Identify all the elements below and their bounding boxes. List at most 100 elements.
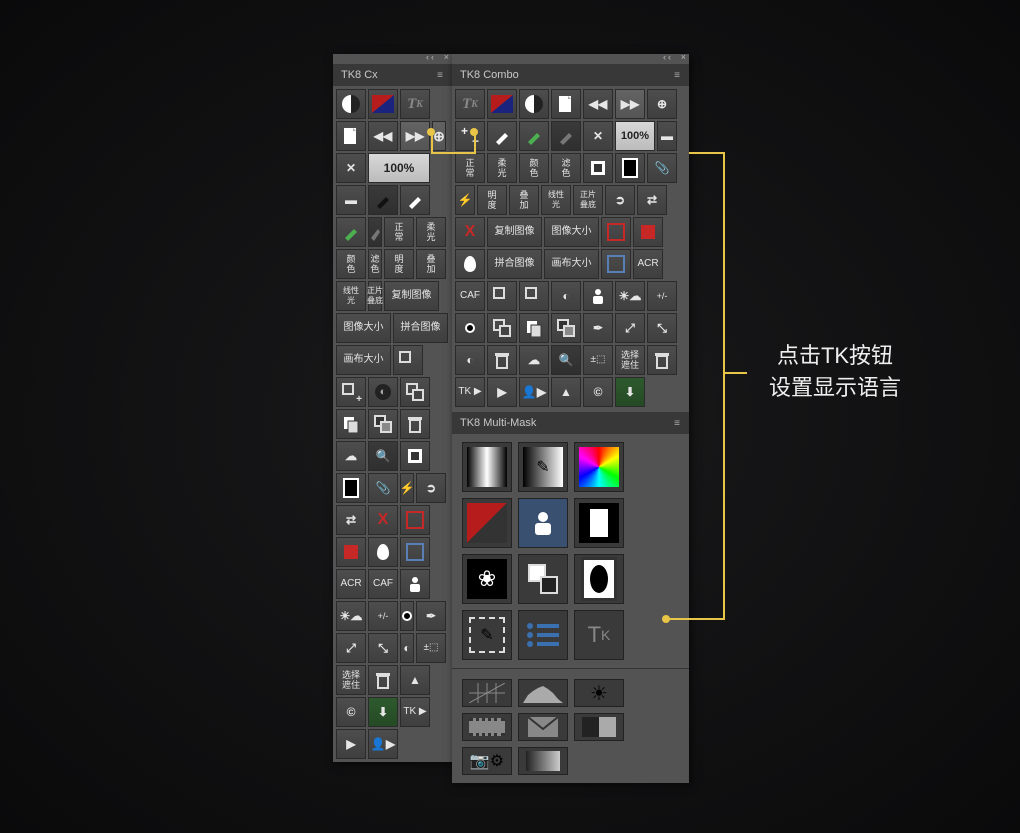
pm-crop[interactable]: ±⬚ [583, 345, 613, 375]
search-icon[interactable]: 🔍 [368, 441, 398, 471]
dashed-edit-icon[interactable]: ✎ [462, 610, 512, 660]
copy-image[interactable]: 复制图像 [487, 217, 542, 247]
acr-button[interactable]: ACR [336, 569, 366, 599]
stack-mask-icon[interactable] [518, 554, 568, 604]
flatten-image[interactable]: 拼合图像 [487, 249, 542, 279]
trash-icon[interactable] [487, 345, 517, 375]
rewind-icon[interactable]: ◀◀ [368, 121, 398, 151]
into-icon[interactable]: ➲ [605, 185, 635, 215]
marquee-icon[interactable] [400, 537, 430, 567]
leaf-icon[interactable]: ◐ [551, 281, 581, 311]
brightness-icon[interactable]: ☀ [574, 679, 624, 707]
zap-icon[interactable]: ⚡ [455, 185, 475, 215]
download-icon[interactable]: ⬇ [368, 697, 398, 727]
blend-luminosity[interactable]: 明 度 [477, 185, 507, 215]
close-icon[interactable]: × [681, 52, 686, 62]
plus-square-icon[interactable]: ⊕ [647, 89, 677, 119]
list-icon[interactable] [518, 610, 568, 660]
swap-icon[interactable]: ⇄ [637, 185, 667, 215]
new-doc-icon[interactable] [551, 89, 581, 119]
flag-button[interactable] [487, 89, 517, 119]
pm-crop[interactable]: ±⬚ [416, 633, 446, 663]
grid-icon[interactable] [462, 679, 512, 707]
acr-button[interactable]: ACR [633, 249, 663, 279]
leaf-icon[interactable]: ◐ [368, 377, 398, 407]
arrow-diag2-icon[interactable]: ⤡ [368, 633, 398, 663]
person-icon[interactable] [400, 569, 430, 599]
zoom-100[interactable]: 100% [368, 153, 430, 183]
red-fill[interactable] [633, 217, 663, 247]
blend-normal[interactable]: 正 常 [455, 153, 485, 183]
target-icon[interactable] [455, 313, 485, 343]
duplicate-icon[interactable] [519, 313, 549, 343]
blend-multiply[interactable]: 正片 叠底 [368, 281, 382, 311]
duplicate-icon[interactable] [336, 409, 366, 439]
new-doc-icon[interactable] [336, 121, 366, 151]
weather-icon[interactable]: ☀☁ [615, 281, 645, 311]
red-outline[interactable] [400, 505, 430, 535]
canvas-size[interactable]: 画布大小 [544, 249, 599, 279]
brush-gray-icon[interactable] [368, 217, 382, 247]
red-triangle-icon[interactable] [462, 498, 512, 548]
play-icon[interactable]: ▶ [487, 377, 517, 407]
blend-screen[interactable]: 滤 色 [551, 153, 581, 183]
forward-icon[interactable]: ▶▶ [400, 121, 430, 151]
triangle-up-icon[interactable]: ▲ [551, 377, 581, 407]
arrow-diag1-icon[interactable]: ⤢ [336, 633, 366, 663]
plus-minus[interactable]: +/- [647, 281, 677, 311]
expand-icon[interactable]: ✕ [336, 153, 366, 183]
black-swatch[interactable] [615, 153, 645, 183]
tk-button[interactable]: TK [455, 89, 485, 119]
rewind-icon[interactable]: ◀◀ [583, 89, 613, 119]
person-icon[interactable] [583, 281, 613, 311]
attach-icon[interactable]: 📎 [647, 153, 677, 183]
cloud-icon[interactable]: ☁ [336, 441, 366, 471]
bw-mask-icon[interactable] [574, 498, 624, 548]
gradient-icon[interactable] [518, 747, 568, 775]
blend-overlay[interactable]: 叠 加 [416, 249, 446, 279]
arrow-diag2-icon[interactable]: ⤡ [647, 313, 677, 343]
trash2-icon[interactable] [647, 345, 677, 375]
blend-color[interactable]: 颜 色 [519, 153, 549, 183]
tk-play[interactable]: TK ▶ [400, 697, 430, 727]
blend-color[interactable]: 颜 色 [336, 249, 366, 279]
copyright-icon[interactable]: © [336, 697, 366, 727]
into-icon[interactable]: ➲ [416, 473, 446, 503]
minus-icon[interactable]: ▬ [336, 185, 366, 215]
drop-icon[interactable] [368, 537, 398, 567]
download-icon[interactable]: ⬇ [615, 377, 645, 407]
redx-button[interactable]: X [368, 505, 398, 535]
caf-button[interactable]: CAF [368, 569, 398, 599]
red-outline[interactable] [601, 217, 631, 247]
brush-gray-icon[interactable] [551, 121, 581, 151]
person-mask-icon[interactable] [518, 498, 568, 548]
picker-mask-icon[interactable]: ✎ [518, 442, 568, 492]
attach-icon[interactable]: 📎 [368, 473, 398, 503]
zap-icon[interactable]: ⚡ [400, 473, 414, 503]
swap-icon[interactable]: ⇄ [336, 505, 366, 535]
drop-icon[interactable] [455, 249, 485, 279]
crop-marks-icon[interactable] [583, 153, 613, 183]
blend-normal[interactable]: 正 常 [384, 217, 414, 247]
image-size[interactable]: 图像大小 [544, 217, 599, 247]
copy-image[interactable]: 复制图像 [384, 281, 439, 311]
collapse-icon[interactable]: ‹‹ [663, 52, 673, 62]
stack-icon[interactable] [551, 313, 581, 343]
plus-minus[interactable]: +/- [368, 601, 398, 631]
arrow-diag1-icon[interactable]: ⤢ [615, 313, 645, 343]
black-swatch[interactable] [336, 473, 366, 503]
blend-screen[interactable]: 滤 色 [368, 249, 382, 279]
gradient-mask-icon[interactable] [462, 442, 512, 492]
blend-multiply[interactable]: 正片 叠底 [573, 185, 603, 215]
smartobj-add-icon[interactable]: + [336, 377, 366, 407]
expand-icon[interactable]: ✕ [583, 121, 613, 151]
panel-menu-icon[interactable]: ≡ [437, 70, 444, 81]
canvas-size[interactable]: 画布大小 [336, 345, 391, 375]
trash-icon[interactable] [400, 409, 430, 439]
caf-button[interactable]: CAF [455, 281, 485, 311]
plus-square-icon[interactable]: ⊕ [432, 121, 446, 151]
forward-icon[interactable]: ▶▶ [615, 89, 645, 119]
search-icon[interactable]: 🔍 [551, 345, 581, 375]
cloud-icon[interactable]: ☁ [519, 345, 549, 375]
blend-luminosity[interactable]: 明 度 [384, 249, 414, 279]
